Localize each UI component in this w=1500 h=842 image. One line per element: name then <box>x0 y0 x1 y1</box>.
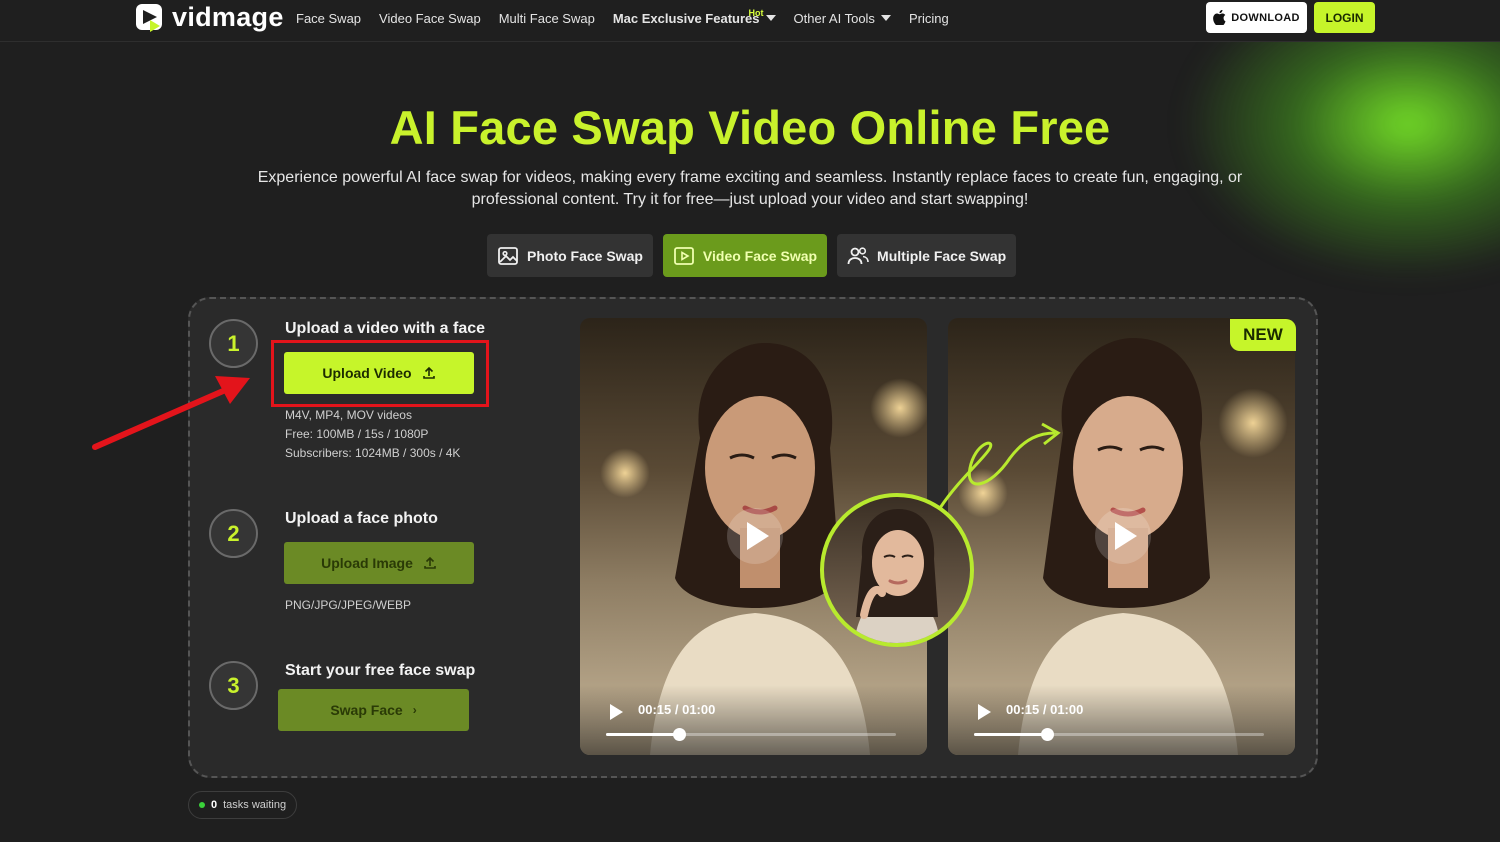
video-controls: 00:15 / 01:00 <box>580 685 927 755</box>
swap-face-button[interactable]: Swap Face › <box>278 689 469 731</box>
tab-multiple-face-swap[interactable]: Multiple Face Swap <box>837 234 1017 277</box>
progress-bar[interactable] <box>606 728 896 741</box>
swapped-video-preview[interactable]: 00:15 / 01:00 <box>948 318 1295 755</box>
swap-arrow-icon <box>938 422 1061 509</box>
video-controls: 00:15 / 01:00 <box>948 685 1295 755</box>
brand-name: vidmage <box>172 1 284 32</box>
new-badge: NEW <box>1230 319 1296 351</box>
red-arrow-annotation <box>92 376 250 450</box>
page-title: AI Face Swap Video Online Free <box>389 101 1111 154</box>
tab-label: Multiple Face Swap <box>877 247 1007 264</box>
top-nav: vidmage Face Swap Video Face Swap Multi … <box>0 0 1500 42</box>
play-button[interactable] <box>1095 508 1151 564</box>
step-1-number: 1 <box>209 319 258 368</box>
chevron-down-icon <box>880 15 891 21</box>
step-2-number: 2 <box>209 509 258 558</box>
highlight-box <box>271 340 489 407</box>
tab-label: Video Face Swap <box>702 247 818 264</box>
page-subtitle: Experience powerful AI face swap for vid… <box>257 169 1243 208</box>
girl-portrait <box>854 509 940 643</box>
tab-label: Photo Face Swap <box>527 247 643 264</box>
upload-image-button[interactable]: Upload Image <box>284 542 474 584</box>
nav-video-face-swap[interactable]: Video Face Swap <box>379 11 481 26</box>
step-3-number: 3 <box>209 661 258 710</box>
nav-multi-face-swap[interactable]: Multi Face Swap <box>499 11 595 26</box>
progress-knob[interactable] <box>1040 728 1054 741</box>
step-2-title: Upload a face photo <box>285 510 438 527</box>
progress-fill <box>974 733 1047 736</box>
nav-other-ai-tools[interactable]: Other AI Tools <box>794 11 891 26</box>
step-3-title: Start your free face swap <box>285 662 476 679</box>
play-button[interactable] <box>727 508 783 564</box>
login-button[interactable]: LOGIN <box>1314 2 1375 33</box>
nav-pricing[interactable]: Pricing <box>909 11 949 26</box>
hot-badge: Hot <box>748 7 764 18</box>
upload-image-label: Upload Image <box>321 555 413 571</box>
tasks-label: tasks waiting <box>223 799 287 811</box>
video-formats-note: M4V, MP4, MOV videos <box>285 408 412 422</box>
image-icon <box>498 246 518 265</box>
video-timecode: 00:15 / 01:00 <box>1006 702 1084 717</box>
apple-icon <box>1213 10 1226 25</box>
video-play-icon <box>674 246 694 265</box>
step-1-title: Upload a video with a face <box>285 320 486 337</box>
download-button[interactable]: DOWNLOAD <box>1206 2 1307 33</box>
nav-mac-exclusive-label: Mac Exclusive Features <box>612 10 760 26</box>
video-timecode: 00:15 / 01:00 <box>638 702 716 717</box>
play-icon[interactable] <box>610 704 623 720</box>
status-dot <box>199 802 205 808</box>
nav-other-ai-tools-label: Other AI Tools <box>793 10 875 26</box>
tab-photo-face-swap[interactable]: Photo Face Swap <box>487 234 653 277</box>
swap-face-label: Swap Face <box>330 702 403 718</box>
tab-video-face-swap[interactable]: Video Face Swap <box>662 234 828 277</box>
play-icon[interactable] <box>978 704 991 720</box>
chevron-down-icon <box>765 15 776 21</box>
progress-knob[interactable] <box>672 728 686 741</box>
subscriber-limits-note: Subscribers: 1024MB / 300s / 4K <box>285 446 461 460</box>
image-formats-note: PNG/JPG/JPEG/WEBP <box>285 598 412 612</box>
logo-icon <box>136 4 162 32</box>
progress-bar[interactable] <box>974 728 1264 741</box>
mode-tabs: Photo Face Swap Video Face Swap Multiple… <box>487 234 1017 277</box>
source-face-photo <box>820 493 974 647</box>
upload-icon <box>424 556 436 569</box>
tasks-count: 0 <box>211 799 218 811</box>
nav-face-swap[interactable]: Face Swap <box>296 11 361 26</box>
progress-fill <box>606 733 679 736</box>
step-1-notes: M4V, MP4, MOV videos Free: 100MB / 15s /… <box>285 406 460 463</box>
nav-mac-exclusive[interactable]: Mac Exclusive Features Hot <box>612 7 776 26</box>
users-icon <box>847 246 869 264</box>
nav-links: Face Swap Video Face Swap Multi Face Swa… <box>296 0 949 36</box>
download-label: DOWNLOAD <box>1231 11 1300 24</box>
brand-logo[interactable]: vidmage <box>134 1 284 33</box>
chevron-right-icon: › <box>412 703 417 717</box>
free-limits-note: Free: 100MB / 15s / 1080P <box>285 427 429 441</box>
tasks-status: 0 tasks waiting <box>188 791 298 819</box>
